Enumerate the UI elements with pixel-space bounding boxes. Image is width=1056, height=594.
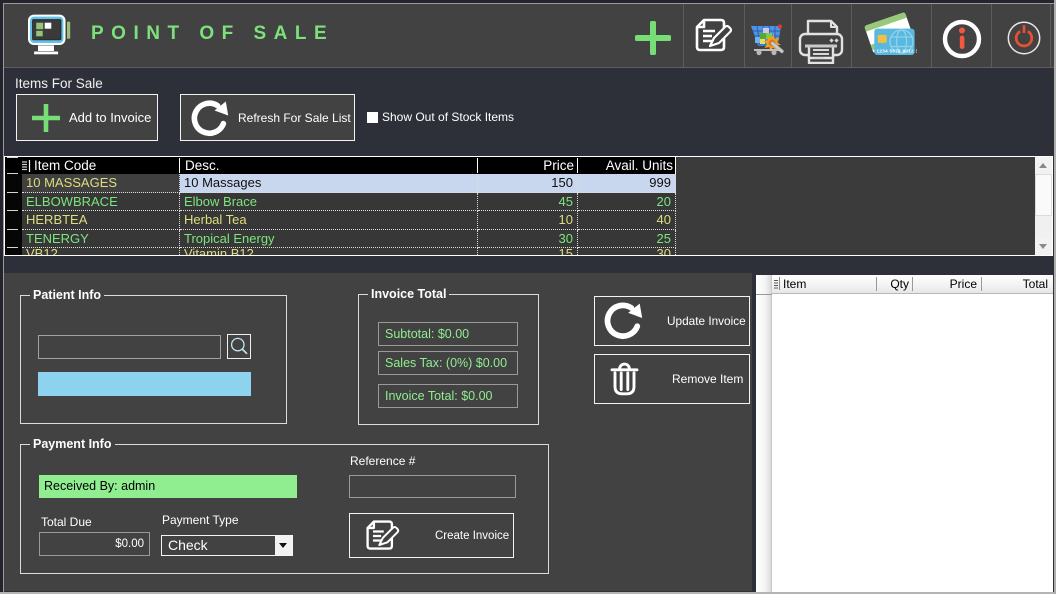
svg-text:1234 5678 9012 3456: 1234 5678 9012 3456: [877, 49, 918, 54]
